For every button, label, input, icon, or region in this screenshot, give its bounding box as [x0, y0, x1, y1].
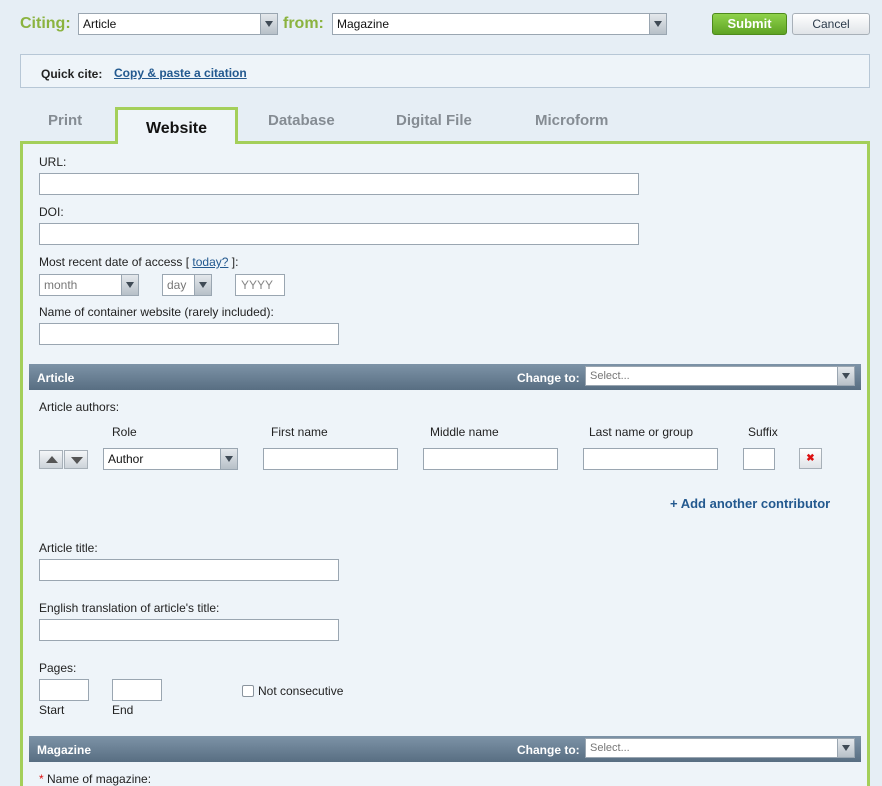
not-consecutive-checkbox[interactable]: [242, 685, 254, 697]
copy-paste-citation-link[interactable]: Copy & paste a citation: [114, 66, 247, 80]
magazine-section-bar: Magazine Change to: Select...: [29, 736, 861, 762]
chevron-down-icon: [837, 739, 854, 757]
quick-cite-label: Quick cite:: [41, 67, 103, 81]
magazine-section-title: Magazine: [37, 743, 92, 757]
chevron-down-icon: [121, 275, 138, 295]
magazine-change-to-select[interactable]: Select...: [585, 738, 855, 758]
article-change-to-select[interactable]: Select...: [585, 366, 855, 386]
chevron-down-icon: [220, 449, 237, 469]
article-section-bar: Article Change to: Select...: [29, 364, 861, 390]
magazine-change-to-label: Change to:: [517, 743, 580, 757]
magazine-name-label-text: Name of magazine:: [47, 772, 152, 786]
remove-contributor-button[interactable]: ✖: [799, 448, 822, 469]
required-marker: *: [39, 772, 44, 786]
quick-cite-box: Quick cite: Copy & paste a citation: [20, 54, 870, 88]
from-label: from:: [283, 15, 324, 32]
tab-website[interactable]: Website: [115, 107, 238, 144]
doi-input[interactable]: [39, 223, 639, 245]
container-website-label: Name of container website (rarely includ…: [39, 305, 274, 319]
day-select[interactable]: day: [162, 274, 212, 296]
arrow-down-icon: [71, 457, 83, 464]
today-link[interactable]: today?: [192, 255, 228, 269]
access-date-label: Most recent date of access [ today? ]:: [39, 255, 238, 269]
chevron-down-icon: [260, 14, 277, 34]
page-start-input[interactable]: [39, 679, 89, 701]
doi-label: DOI:: [39, 205, 64, 219]
article-change-to-value: Select...: [590, 370, 630, 382]
article-authors-label: Article authors:: [39, 400, 120, 414]
url-input[interactable]: [39, 173, 639, 195]
translation-input[interactable]: [39, 619, 339, 641]
month-select-value: month: [44, 278, 78, 292]
add-contributor-link[interactable]: + Add another contributor: [670, 496, 830, 511]
move-down-button[interactable]: [64, 450, 88, 469]
role-select[interactable]: Author: [103, 448, 238, 470]
access-date-label-post: ]:: [228, 255, 239, 269]
magazine-name-label: * Name of magazine:: [39, 772, 151, 786]
article-change-to-label: Change to:: [517, 371, 580, 385]
arrow-up-icon: [46, 456, 58, 463]
middle-name-input[interactable]: [423, 448, 558, 470]
column-last-name: Last name or group: [589, 425, 694, 439]
last-name-input[interactable]: [583, 448, 718, 470]
month-select[interactable]: month: [39, 274, 139, 296]
citing-select-value: Article: [83, 17, 117, 31]
page-end-label: End: [112, 703, 134, 717]
citing-label: Citing:: [20, 15, 71, 32]
container-website-input[interactable]: [39, 323, 339, 345]
article-section-title: Article: [37, 371, 75, 385]
not-consecutive-label: Not consecutive: [258, 684, 344, 698]
delete-icon: ✖: [806, 453, 815, 464]
cancel-button[interactable]: Cancel: [792, 13, 870, 35]
move-up-button[interactable]: [39, 450, 63, 469]
day-select-value: day: [167, 278, 187, 292]
column-suffix: Suffix: [748, 425, 778, 439]
url-label: URL:: [39, 155, 67, 169]
tab-digital-file[interactable]: Digital File: [396, 112, 472, 129]
magazine-change-to-value: Select...: [590, 742, 630, 754]
column-first-name: First name: [271, 425, 328, 439]
chevron-down-icon: [837, 367, 854, 385]
citing-select[interactable]: Article: [78, 13, 278, 35]
from-select-value: Magazine: [337, 17, 390, 31]
year-input[interactable]: YYYY: [235, 274, 285, 296]
page-start-label: Start: [39, 703, 65, 717]
page-end-input[interactable]: [112, 679, 162, 701]
column-middle-name: Middle name: [430, 425, 499, 439]
suffix-input[interactable]: [743, 448, 775, 470]
tab-database[interactable]: Database: [268, 112, 335, 129]
access-date-label-pre: Most recent date of access [: [39, 255, 193, 269]
chevron-down-icon: [649, 14, 666, 34]
first-name-input[interactable]: [263, 448, 398, 470]
submit-button[interactable]: Submit: [712, 13, 787, 35]
tab-microform[interactable]: Microform: [535, 112, 608, 129]
article-title-input[interactable]: [39, 559, 339, 581]
role-select-value: Author: [108, 452, 144, 466]
column-role: Role: [112, 425, 137, 439]
tab-print[interactable]: Print: [48, 112, 82, 129]
article-title-label: Article title:: [39, 541, 98, 555]
chevron-down-icon: [194, 275, 211, 295]
from-select[interactable]: Magazine: [332, 13, 667, 35]
pages-label: Pages:: [39, 661, 77, 675]
translation-label: English translation of article's title:: [39, 601, 220, 615]
